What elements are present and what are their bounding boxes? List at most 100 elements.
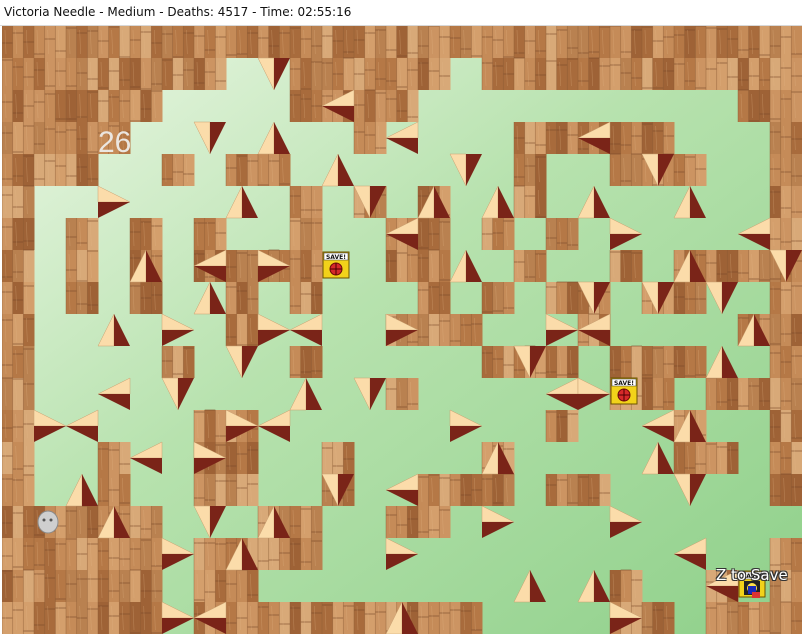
wall-block xyxy=(257,602,291,634)
wall-block xyxy=(737,250,771,282)
wall-block xyxy=(289,250,323,282)
wall-block xyxy=(65,58,99,90)
wall-block xyxy=(129,26,163,58)
wall-block xyxy=(2,218,35,250)
wall-block xyxy=(481,346,515,378)
wall-block xyxy=(449,314,483,346)
wall-block xyxy=(225,569,259,602)
wall-block xyxy=(769,58,802,90)
wall-block xyxy=(321,602,355,634)
wall-block xyxy=(225,442,259,474)
wall-block xyxy=(161,26,195,58)
wall-block xyxy=(609,345,643,378)
wall-block xyxy=(609,58,643,90)
wall-block xyxy=(97,442,131,474)
wall-block xyxy=(2,410,35,442)
wall-block xyxy=(449,26,483,58)
wall-block xyxy=(289,346,323,378)
wall-block xyxy=(417,26,451,58)
wall-block xyxy=(33,538,67,570)
wall-block xyxy=(289,506,323,538)
wall-block xyxy=(33,58,67,90)
wall-block xyxy=(353,26,387,58)
wall-block xyxy=(97,474,131,506)
wall-block xyxy=(641,346,675,378)
wall-block xyxy=(193,538,227,570)
wall-block xyxy=(33,154,67,186)
wall-block xyxy=(385,378,419,410)
wall-block xyxy=(97,602,131,634)
wall-block xyxy=(385,58,419,90)
wall-block xyxy=(705,250,739,282)
wall-block xyxy=(97,90,131,122)
wall-block xyxy=(417,506,451,538)
wall-block xyxy=(33,570,67,602)
wall-block xyxy=(65,122,99,154)
wall-block xyxy=(65,505,99,538)
wall-block xyxy=(129,58,163,90)
ghost-warp-icon xyxy=(37,510,59,534)
wall-block xyxy=(545,58,579,90)
wall-block xyxy=(289,26,323,58)
wall-block xyxy=(257,154,291,186)
wall-block xyxy=(769,346,802,378)
wall-block xyxy=(609,569,643,602)
wall-block xyxy=(129,218,163,250)
wall-block xyxy=(705,26,739,58)
wall-block xyxy=(705,442,739,474)
wall-block xyxy=(65,282,99,314)
wall-block xyxy=(417,282,451,314)
wall-block xyxy=(513,185,547,218)
wall-block xyxy=(769,442,802,474)
wall-block xyxy=(97,26,131,58)
wall-block xyxy=(97,538,131,570)
wall-block xyxy=(2,282,35,314)
save-point-icon: SAVE! xyxy=(322,251,350,279)
wall-block xyxy=(577,474,611,506)
wall-block xyxy=(161,154,195,186)
wall-block xyxy=(705,377,739,410)
wall-block xyxy=(769,601,802,634)
wall-block xyxy=(673,58,707,90)
wall-block xyxy=(2,506,35,538)
wall-block xyxy=(65,250,99,282)
wall-block xyxy=(129,569,163,602)
wall-block xyxy=(769,122,802,154)
wall-block xyxy=(385,250,419,282)
wall-block xyxy=(769,378,802,410)
wall-block xyxy=(769,186,802,218)
wall-block xyxy=(257,538,291,570)
wall-block xyxy=(449,474,483,506)
wall-block xyxy=(289,282,323,314)
wall-block xyxy=(65,90,99,122)
wall-block xyxy=(481,282,515,314)
wall-block xyxy=(673,441,707,474)
wall-block xyxy=(481,26,515,58)
wall-block xyxy=(641,122,675,154)
wall-block xyxy=(577,57,611,90)
wall-block xyxy=(289,186,323,218)
wall-block xyxy=(97,58,131,90)
wall-block xyxy=(737,89,771,122)
wall-block xyxy=(609,250,643,282)
wall-block xyxy=(225,154,259,186)
wall-block xyxy=(225,474,259,506)
wall-block xyxy=(193,409,227,442)
game-canvas[interactable]: SAVE! SAVE! SAVE! 26 Z to Save xyxy=(2,26,802,634)
wall-block xyxy=(193,58,227,90)
wall-block xyxy=(353,58,387,90)
wall-block xyxy=(769,218,802,250)
window-title: Victoria Needle - Medium - Deaths: 4517 … xyxy=(4,5,352,19)
wall-block xyxy=(481,58,515,90)
window-titlebar: Victoria Needle - Medium - Deaths: 4517 … xyxy=(0,0,802,26)
wall-block xyxy=(385,506,419,538)
wall-block xyxy=(545,218,579,250)
wall-block xyxy=(33,122,67,154)
wall-block xyxy=(385,26,419,58)
wall-block xyxy=(33,26,67,58)
wall-block xyxy=(65,26,99,58)
wall-block xyxy=(321,57,355,90)
wall-block xyxy=(705,602,739,634)
wall-block xyxy=(2,26,35,58)
wall-block xyxy=(129,506,163,538)
